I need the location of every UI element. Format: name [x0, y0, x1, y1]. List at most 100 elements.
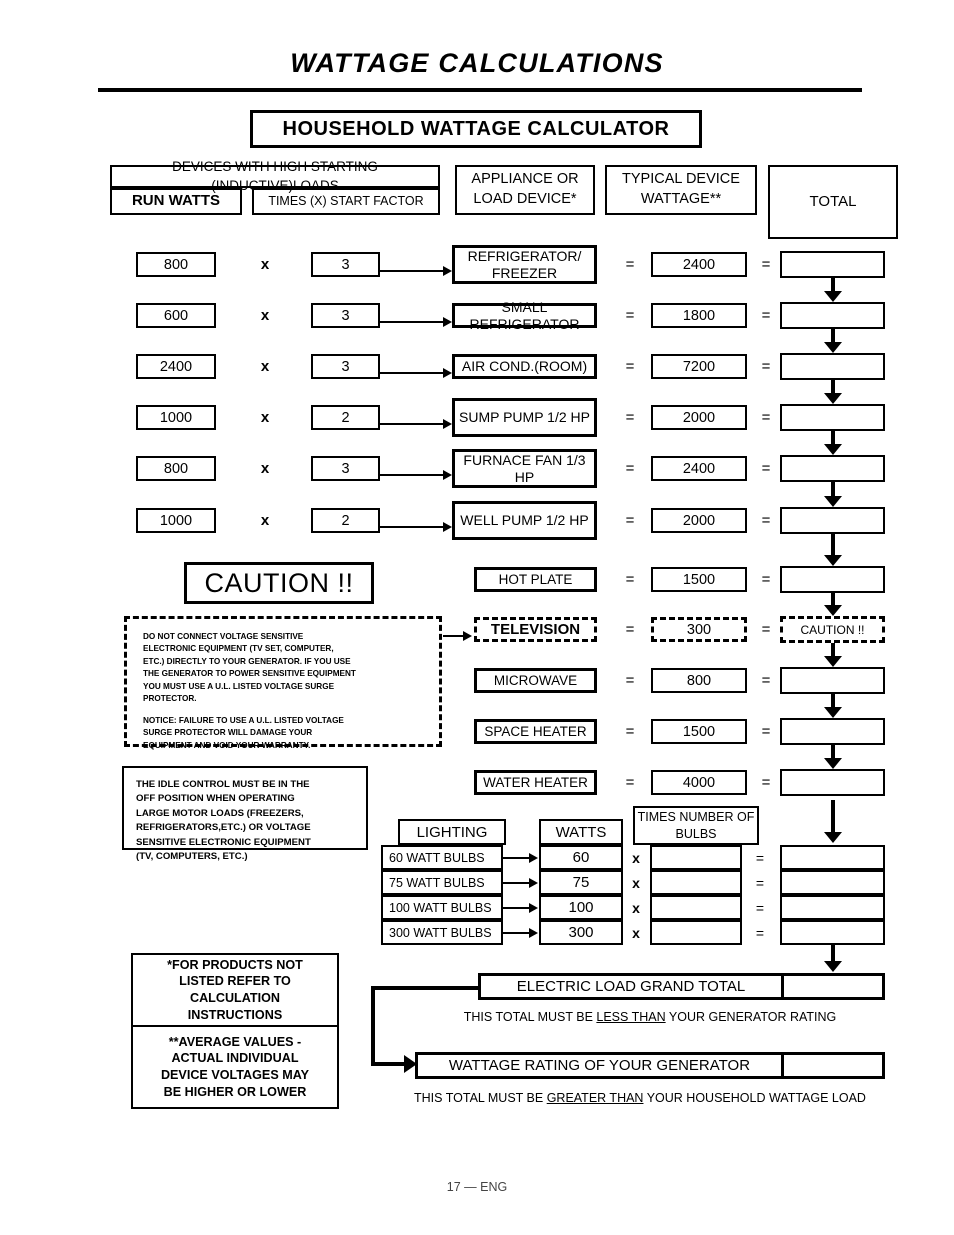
device-name-cell: TELEVISION — [474, 617, 597, 642]
connector-line-vertical — [371, 986, 375, 1066]
lighting-name-cell: 300 WATT BULBS — [381, 920, 503, 945]
times-symbol: x — [632, 899, 640, 916]
header-lighting: LIGHTING — [398, 819, 506, 845]
equals-symbol: = — [761, 512, 771, 529]
total-connector-line — [831, 643, 835, 657]
row-arrow-line — [380, 526, 443, 528]
lighting-bulb-count-input[interactable] — [650, 870, 742, 895]
times-symbol: x — [260, 256, 270, 273]
lighting-arrow-head-icon — [529, 903, 538, 913]
equals-symbol: = — [625, 512, 635, 529]
lighting-row-total-input[interactable] — [780, 870, 885, 895]
times-symbol: x — [632, 849, 640, 866]
header-lighting-watts: WATTS — [539, 819, 623, 845]
typical-wattage-cell: 800 — [651, 668, 747, 693]
equals-symbol: = — [625, 307, 635, 324]
typical-wattage-cell: 2000 — [651, 508, 747, 533]
row-total-input[interactable] — [780, 302, 885, 329]
row-total-input[interactable] — [780, 353, 885, 380]
row-total-input[interactable] — [780, 769, 885, 796]
total-connector-line — [831, 431, 835, 445]
total-connector-arrow-icon — [824, 656, 842, 667]
row-arrow-line — [380, 474, 443, 476]
start-factor-input[interactable]: 3 — [311, 252, 380, 277]
typical-wattage-cell: 2400 — [651, 252, 747, 277]
header-inductive-loads: DEVICES WITH HIGH STARTING (INDUCTIVE)LO… — [110, 159, 440, 193]
typical-wattage-cell: 2000 — [651, 405, 747, 430]
caution-paragraph-2: NOTICE: FAILURE TO USE A U.L. LISTED VOL… — [143, 715, 344, 750]
lighting-total-connector-line — [831, 800, 835, 834]
row-arrow-head-icon — [443, 419, 452, 429]
grand-total-connector-arrow-icon — [824, 961, 842, 972]
start-factor-input[interactable]: 2 — [311, 508, 380, 533]
row-arrow-head-icon — [443, 470, 452, 480]
run-watts-input[interactable]: 1000 — [136, 405, 216, 430]
lighting-row-total-input[interactable] — [780, 895, 885, 920]
note-greater-emphasis: GREATER THAN — [546, 1091, 644, 1105]
equals-symbol: = — [625, 672, 635, 689]
total-connector-line — [831, 278, 835, 292]
start-factor-input[interactable]: 3 — [311, 303, 380, 328]
equals-symbol: = — [625, 774, 635, 791]
device-name-cell: HOT PLATE — [474, 567, 597, 592]
lighting-bulb-count-input[interactable] — [650, 895, 742, 920]
run-watts-input[interactable]: 1000 — [136, 508, 216, 533]
run-watts-input[interactable]: 2400 — [136, 354, 216, 379]
times-symbol: x — [260, 358, 270, 375]
lighting-arrow-line — [503, 932, 531, 934]
run-watts-input[interactable]: 600 — [136, 303, 216, 328]
lighting-row-total-input[interactable] — [780, 845, 885, 870]
device-name-cell: SPACE HEATER — [474, 719, 597, 744]
start-factor-input[interactable]: 3 — [311, 354, 380, 379]
start-factor-input[interactable]: 2 — [311, 405, 380, 430]
note-less-than: THIS TOTAL MUST BE LESS THAN YOUR GENERA… — [400, 1010, 900, 1024]
equals-symbol: = — [625, 621, 635, 638]
start-factor-input[interactable]: 3 — [311, 456, 380, 481]
electric-load-grand-total-label: ELECTRIC LOAD GRAND TOTAL — [478, 973, 781, 1000]
times-symbol: x — [632, 874, 640, 891]
row-total-input[interactable] — [780, 507, 885, 534]
row-total-input[interactable] — [780, 566, 885, 593]
row-total-input: CAUTION !! — [780, 616, 885, 643]
run-watts-input[interactable]: 800 — [136, 456, 216, 481]
equals-symbol: = — [761, 672, 771, 689]
note-less-emphasis: LESS THAN — [596, 1010, 666, 1024]
note-greater-suffix: YOUR HOUSEHOLD WATTAGE LOAD — [643, 1091, 866, 1105]
lighting-bulb-count-input[interactable] — [650, 920, 742, 945]
electric-load-grand-total-input[interactable] — [781, 973, 885, 1000]
equals-symbol: = — [625, 358, 635, 375]
header-appliance-or-load-device: APPLIANCE OR LOAD DEVICE* — [455, 165, 595, 215]
equals-symbol: = — [625, 571, 635, 588]
times-symbol: x — [260, 307, 270, 324]
equals-symbol: = — [625, 723, 635, 740]
total-connector-arrow-icon — [824, 496, 842, 507]
run-watts-input[interactable]: 800 — [136, 252, 216, 277]
equals-symbol: = — [625, 460, 635, 477]
total-connector-arrow-icon — [824, 444, 842, 455]
total-connector-arrow-icon — [824, 555, 842, 566]
page-title: WATTAGE CALCULATIONS — [290, 48, 664, 78]
total-connector-arrow-icon — [824, 707, 842, 718]
lighting-arrow-head-icon — [529, 928, 538, 938]
lighting-bulb-count-input[interactable] — [650, 845, 742, 870]
lighting-total-connector-arrow-icon — [824, 832, 842, 843]
total-connector-arrow-icon — [824, 758, 842, 769]
row-arrow-line — [380, 321, 443, 323]
row-arrow-head-icon — [443, 522, 452, 532]
total-connector-line — [831, 694, 835, 708]
device-name-cell: MICROWAVE — [474, 668, 597, 693]
equals-symbol: = — [755, 924, 765, 941]
wattage-rating-of-generator-input[interactable] — [781, 1052, 885, 1079]
row-arrow-head-icon — [443, 317, 452, 327]
equals-symbol: = — [625, 256, 635, 273]
row-total-input[interactable] — [780, 404, 885, 431]
row-total-input[interactable] — [780, 251, 885, 278]
row-total-input[interactable] — [780, 455, 885, 482]
row-total-input[interactable] — [780, 667, 885, 694]
equals-symbol: = — [755, 874, 765, 891]
lighting-row-total-input[interactable] — [780, 920, 885, 945]
equals-symbol: = — [761, 409, 771, 426]
row-total-input[interactable] — [780, 718, 885, 745]
equals-symbol: = — [755, 849, 765, 866]
device-name-cell: REFRIGERATOR/FREEZER — [452, 245, 597, 284]
